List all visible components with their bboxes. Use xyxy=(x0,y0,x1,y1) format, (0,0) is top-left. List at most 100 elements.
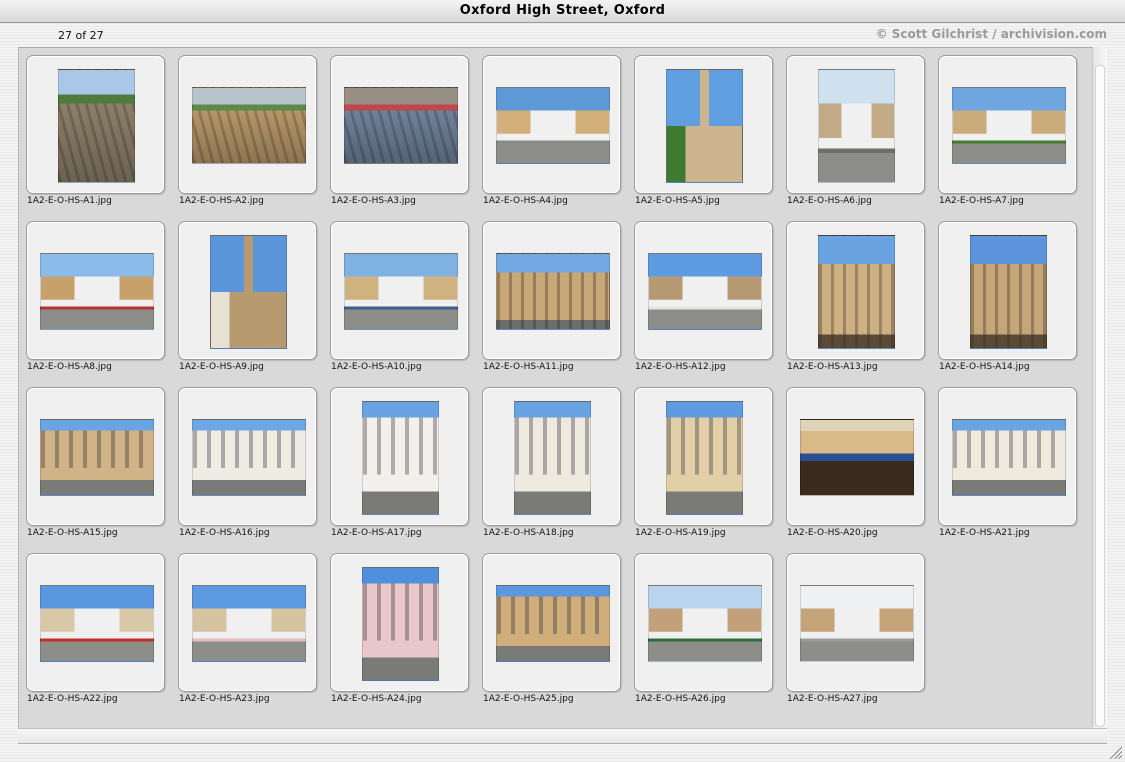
thumbnail-frame[interactable] xyxy=(634,553,773,692)
thumbnail-frame[interactable] xyxy=(938,55,1077,194)
thumbnail-photo[interactable] xyxy=(344,253,458,330)
thumbnail-item[interactable]: 1A2-E-O-HS-A3.jpg xyxy=(329,54,481,220)
thumbnail-photo[interactable] xyxy=(496,253,610,330)
thumbnail-item[interactable]: 1A2-E-O-HS-A27.jpg xyxy=(785,552,937,718)
thumbnail-photo[interactable] xyxy=(952,419,1066,496)
thumbnail-frame[interactable] xyxy=(634,221,773,360)
thumbnail-frame[interactable] xyxy=(178,387,317,526)
thumbnail-photo[interactable] xyxy=(192,87,306,164)
thumbnail-frame[interactable] xyxy=(330,553,469,692)
thumbnail-frame[interactable] xyxy=(786,55,925,194)
thumbnail-filename: 1A2-E-O-HS-A13.jpg xyxy=(787,362,878,372)
thumbnail-photo[interactable] xyxy=(40,585,154,662)
thumbnail-photo[interactable] xyxy=(666,401,743,515)
thumbnail-item[interactable]: 1A2-E-O-HS-A2.jpg xyxy=(177,54,329,220)
thumbnail-item[interactable]: 1A2-E-O-HS-A22.jpg xyxy=(25,552,177,718)
thumbnail-item[interactable]: 1A2-E-O-HS-A6.jpg xyxy=(785,54,937,220)
thumbnail-photo[interactable] xyxy=(40,253,154,330)
thumbnail-item[interactable]: 1A2-E-O-HS-A10.jpg xyxy=(329,220,481,386)
thumbnail-item[interactable]: 1A2-E-O-HS-A12.jpg xyxy=(633,220,785,386)
thumbnail-item[interactable]: 1A2-E-O-HS-A23.jpg xyxy=(177,552,329,718)
thumbnail-photo[interactable] xyxy=(496,585,610,662)
thumbnail-frame[interactable] xyxy=(330,221,469,360)
vertical-scrollbar[interactable] xyxy=(1092,47,1107,727)
thumbnail-frame[interactable] xyxy=(482,221,621,360)
thumbnail-photo[interactable] xyxy=(362,567,439,681)
thumbnail-filename: 1A2-E-O-HS-A19.jpg xyxy=(635,528,726,538)
thumbnail-frame[interactable] xyxy=(330,387,469,526)
thumbnail-filename: 1A2-E-O-HS-A2.jpg xyxy=(179,196,264,206)
thumbnail-photo[interactable] xyxy=(970,235,1047,349)
thumbnail-frame[interactable] xyxy=(482,387,621,526)
thumbnail-photo[interactable] xyxy=(496,87,610,164)
thumbnail-item[interactable]: 1A2-E-O-HS-A18.jpg xyxy=(481,386,633,552)
thumbnail-frame[interactable] xyxy=(634,55,773,194)
thumbnail-frame[interactable] xyxy=(26,387,165,526)
thumbnail-photo[interactable] xyxy=(362,401,439,515)
thumbnail-photo[interactable] xyxy=(952,87,1066,164)
thumbnail-frame[interactable] xyxy=(482,553,621,692)
thumbnail-photo[interactable] xyxy=(648,253,762,330)
thumbnail-photo[interactable] xyxy=(818,235,895,349)
thumbnail-frame[interactable] xyxy=(26,553,165,692)
thumbnail-photo[interactable] xyxy=(58,69,135,183)
scrollbar-thumb[interactable] xyxy=(1095,65,1105,727)
thumbnail-item[interactable]: 1A2-E-O-HS-A15.jpg xyxy=(25,386,177,552)
thumbnail-item[interactable]: 1A2-E-O-HS-A9.jpg xyxy=(177,220,329,386)
thumbnail-photo[interactable] xyxy=(818,69,895,183)
thumbnail-photo[interactable] xyxy=(648,585,762,662)
thumbnail-photo[interactable] xyxy=(210,235,287,349)
thumbnail-item[interactable]: 1A2-E-O-HS-A21.jpg xyxy=(937,386,1089,552)
thumbnail-item[interactable]: 1A2-E-O-HS-A20.jpg xyxy=(785,386,937,552)
thumbnail-filename: 1A2-E-O-HS-A17.jpg xyxy=(331,528,422,538)
thumbnail-photo[interactable] xyxy=(800,585,914,662)
thumbnail-filename: 1A2-E-O-HS-A9.jpg xyxy=(179,362,264,372)
thumbnail-frame[interactable] xyxy=(482,55,621,194)
thumbnail-item[interactable]: 1A2-E-O-HS-A7.jpg xyxy=(937,54,1089,220)
thumbnail-item[interactable]: 1A2-E-O-HS-A25.jpg xyxy=(481,552,633,718)
thumbnail-frame[interactable] xyxy=(938,387,1077,526)
thumbnail-frame[interactable] xyxy=(786,221,925,360)
thumbnail-item[interactable]: 1A2-E-O-HS-A11.jpg xyxy=(481,220,633,386)
thumbnail-item[interactable]: 1A2-E-O-HS-A17.jpg xyxy=(329,386,481,552)
thumbnail-frame[interactable] xyxy=(178,221,317,360)
thumbnail-filename: 1A2-E-O-HS-A12.jpg xyxy=(635,362,726,372)
thumbnail-frame[interactable] xyxy=(786,553,925,692)
thumbnail-item[interactable]: 1A2-E-O-HS-A8.jpg xyxy=(25,220,177,386)
thumbnail-photo[interactable] xyxy=(514,401,591,515)
horizontal-scrollbar[interactable] xyxy=(18,728,1107,744)
thumbnail-frame[interactable] xyxy=(938,221,1077,360)
thumbnail-filename: 1A2-E-O-HS-A18.jpg xyxy=(483,528,574,538)
thumbnail-photo[interactable] xyxy=(344,87,458,164)
thumbnail-item[interactable]: 1A2-E-O-HS-A14.jpg xyxy=(937,220,1089,386)
thumbnail-frame[interactable] xyxy=(178,55,317,194)
thumbnail-frame[interactable] xyxy=(634,387,773,526)
thumbnail-item[interactable]: 1A2-E-O-HS-A24.jpg xyxy=(329,552,481,718)
thumbnail-item[interactable]: 1A2-E-O-HS-A16.jpg xyxy=(177,386,329,552)
thumbnail-filename: 1A2-E-O-HS-A21.jpg xyxy=(939,528,1030,538)
thumbnail-item[interactable]: 1A2-E-O-HS-A5.jpg xyxy=(633,54,785,220)
thumbnail-item[interactable]: 1A2-E-O-HS-A4.jpg xyxy=(481,54,633,220)
thumbnail-frame[interactable] xyxy=(26,221,165,360)
window-title: Oxford High Street, Oxford xyxy=(459,3,666,18)
thumbnail-item[interactable]: 1A2-E-O-HS-A13.jpg xyxy=(785,220,937,386)
thumbnail-filename: 1A2-E-O-HS-A3.jpg xyxy=(331,196,416,206)
thumbnail-photo[interactable] xyxy=(192,419,306,496)
thumbnail-item[interactable]: 1A2-E-O-HS-A1.jpg xyxy=(25,54,177,220)
thumbnail-item[interactable]: 1A2-E-O-HS-A26.jpg xyxy=(633,552,785,718)
thumbnail-photo[interactable] xyxy=(192,585,306,662)
thumbnail-photo[interactable] xyxy=(666,69,743,183)
thumbnail-item[interactable]: 1A2-E-O-HS-A19.jpg xyxy=(633,386,785,552)
thumbnail-filename: 1A2-E-O-HS-A27.jpg xyxy=(787,694,878,704)
resize-grip-icon[interactable] xyxy=(1108,745,1122,759)
window-titlebar[interactable]: Oxford High Street, Oxford xyxy=(0,0,1125,23)
thumbnail-frame[interactable] xyxy=(786,387,925,526)
thumbnail-filename: 1A2-E-O-HS-A25.jpg xyxy=(483,694,574,704)
thumbnail-frame[interactable] xyxy=(178,553,317,692)
thumbnail-grid: 1A2-E-O-HS-A1.jpg 1A2-E-O-HS-A2.jpg 1A2-E-… xyxy=(25,54,1089,718)
gallery-header: 27 of 27 © Scott Gilchrist / archivision… xyxy=(18,23,1107,47)
thumbnail-frame[interactable] xyxy=(330,55,469,194)
thumbnail-frame[interactable] xyxy=(26,55,165,194)
thumbnail-photo[interactable] xyxy=(40,419,154,496)
thumbnail-photo[interactable] xyxy=(800,419,914,496)
